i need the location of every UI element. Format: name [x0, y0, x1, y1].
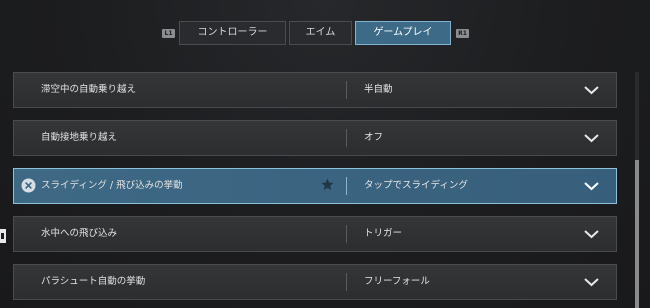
star-icon[interactable] [321, 178, 334, 191]
setting-label: 水中への飛び込み [41, 228, 118, 239]
l1-bumper-hint: L1 [162, 29, 175, 38]
setting-value: タップでスライディング [364, 180, 468, 191]
divider [346, 177, 347, 195]
chevron-down-icon[interactable] [583, 228, 600, 240]
tab-bar: L1 コントローラー エイム ゲームプレイ R1 [0, 21, 650, 45]
setting-label: 自動接地乗り越え [41, 132, 118, 143]
setting-label: パラシュート自動の挙動 [41, 276, 146, 287]
chevron-down-icon[interactable] [583, 276, 600, 288]
close-circle-icon[interactable] [21, 178, 36, 193]
scrollbar-thumb[interactable] [635, 160, 639, 308]
tab-aim[interactable]: エイム [289, 21, 352, 45]
setting-row-slide-dive[interactable]: スライディング / 飛び込みの挙動 タップでスライディング [13, 168, 617, 204]
chevron-down-icon[interactable] [583, 180, 600, 192]
divider [346, 225, 347, 243]
setting-row-midair-mantle[interactable]: 滞空中の自動乗り越え 半自動 [13, 72, 617, 108]
divider [346, 273, 347, 291]
setting-value: オフ [364, 132, 384, 143]
tab-controller[interactable]: コントローラー [179, 21, 286, 45]
divider [346, 81, 347, 99]
divider [346, 129, 347, 147]
setting-value: トリガー [364, 228, 403, 239]
settings-screen: L1 コントローラー エイム ゲームプレイ R1 滞空中の自動乗り越え 半自動 … [0, 0, 650, 308]
tab-gameplay[interactable]: ゲームプレイ [355, 21, 451, 45]
setting-row-parachute-auto[interactable]: パラシュート自動の挙動 フリーフォール [13, 264, 617, 300]
setting-label: 滞空中の自動乗り越え [41, 84, 137, 95]
r1-bumper-hint: R1 [456, 29, 469, 38]
setting-row-ground-mantle[interactable]: 自動接地乗り越え オフ [13, 120, 617, 156]
setting-value: 半自動 [364, 84, 393, 95]
setting-row-water-dive[interactable]: 水中への飛び込み トリガー [13, 216, 617, 252]
edge-indicator-icon [0, 229, 6, 243]
setting-value: フリーフォール [364, 276, 430, 287]
setting-label: スライディング / 飛び込みの挙動 [41, 180, 183, 191]
chevron-down-icon[interactable] [583, 132, 600, 144]
chevron-down-icon[interactable] [583, 84, 600, 96]
